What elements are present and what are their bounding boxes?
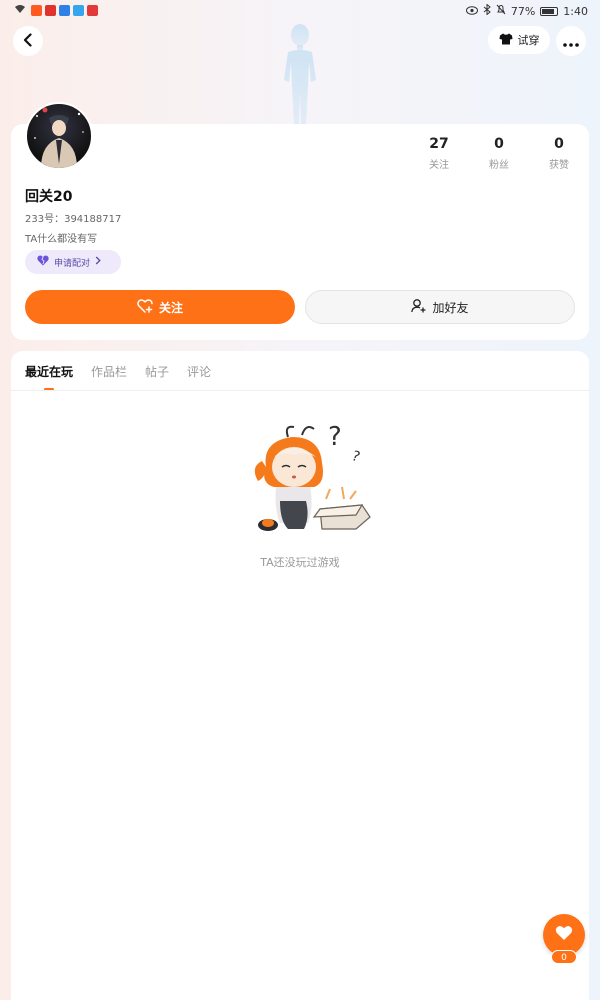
stat-value: 27 bbox=[429, 136, 449, 152]
stat-label: 获赞 bbox=[549, 160, 569, 171]
bluetooth-icon bbox=[483, 3, 491, 18]
pair-request-button[interactable]: 申请配对 bbox=[25, 250, 121, 274]
status-right: 77% 1:40 bbox=[465, 3, 588, 18]
chevron-right-icon bbox=[95, 256, 101, 268]
eye-icon bbox=[465, 5, 478, 18]
battery-percent: 77% bbox=[510, 4, 536, 18]
heart-plus-icon bbox=[137, 298, 153, 316]
stat-following[interactable]: 27 关注 bbox=[409, 136, 469, 171]
back-button[interactable] bbox=[13, 26, 43, 56]
profile-card: 27 关注 0 粉丝 0 获赞 回关20 233号：394188717 TA什么… bbox=[11, 124, 589, 340]
more-button[interactable] bbox=[556, 26, 586, 56]
user-id: 233号：394188717 bbox=[25, 214, 122, 225]
stat-followers[interactable]: 0 粉丝 bbox=[469, 136, 529, 171]
add-friend-button[interactable]: 加好友 bbox=[305, 290, 575, 324]
pair-label: 申请配对 bbox=[54, 258, 91, 269]
stat-value: 0 bbox=[494, 136, 504, 152]
clock: 1:40 bbox=[563, 4, 588, 18]
stats-row: 27 关注 0 粉丝 0 获赞 bbox=[409, 136, 589, 171]
status-left bbox=[14, 4, 98, 17]
chevron-left-icon bbox=[22, 32, 34, 51]
bio: TA什么都没有写 bbox=[25, 234, 98, 245]
shirt-icon bbox=[499, 33, 513, 48]
tab-bar: 最近在玩 作品栏 帖子 评论 bbox=[25, 363, 211, 391]
tryon-button[interactable]: 试穿 bbox=[488, 26, 550, 54]
tab-posts[interactable]: 帖子 bbox=[145, 363, 169, 380]
heart-icon bbox=[555, 925, 573, 945]
more-dots-icon bbox=[563, 32, 579, 51]
broken-heart-icon bbox=[37, 255, 49, 269]
wifi-icon bbox=[14, 4, 26, 17]
tab-works[interactable]: 作品栏 bbox=[91, 363, 127, 380]
tab-comments[interactable]: 评论 bbox=[187, 363, 211, 380]
stat-label: 粉丝 bbox=[489, 160, 509, 171]
avatar[interactable] bbox=[25, 102, 93, 170]
empty-state-text: TA还没玩过游戏 bbox=[260, 556, 340, 569]
follow-label: 关注 bbox=[158, 300, 183, 315]
like-count: 0 bbox=[551, 950, 577, 964]
notification-app-icon bbox=[87, 5, 98, 16]
stat-value: 0 bbox=[554, 136, 564, 152]
status-bar: 77% 1:40 bbox=[0, 0, 600, 22]
svg-text:?: ? bbox=[328, 422, 342, 452]
notification-app-icon bbox=[59, 5, 70, 16]
content-card: 最近在玩 作品栏 帖子 评论 ? ? TA还没玩过游戏 bbox=[11, 351, 589, 1000]
mute-icon bbox=[496, 4, 506, 18]
add-user-icon bbox=[411, 298, 426, 316]
empty-state-illustration: ? ? bbox=[244, 417, 374, 537]
stat-label: 关注 bbox=[429, 160, 449, 171]
tab-recently-played[interactable]: 最近在玩 bbox=[25, 363, 73, 391]
tab-divider bbox=[11, 390, 589, 391]
battery-icon bbox=[540, 6, 559, 16]
avatar-figure-silhouette bbox=[270, 22, 330, 126]
tryon-label: 试穿 bbox=[517, 34, 540, 47]
notification-app-icon bbox=[31, 5, 42, 16]
notification-app-icon bbox=[73, 5, 84, 16]
notification-app-icon bbox=[45, 5, 56, 16]
username: 回关20 bbox=[25, 189, 73, 205]
stat-likes[interactable]: 0 获赞 bbox=[529, 136, 589, 171]
svg-text:?: ? bbox=[350, 448, 362, 466]
follow-button[interactable]: 关注 bbox=[25, 290, 295, 324]
add-friend-label: 加好友 bbox=[432, 300, 469, 315]
